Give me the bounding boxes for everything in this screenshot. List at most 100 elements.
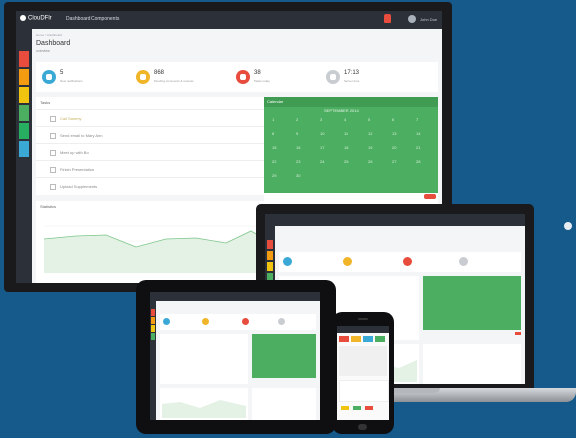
- tasks-panel: [339, 346, 387, 376]
- svg-text:14: 14: [416, 131, 421, 136]
- sidebar-item-2[interactable]: [19, 69, 29, 85]
- svg-text:11: 11: [344, 131, 349, 136]
- svg-text:13: 13: [392, 131, 397, 136]
- stats-bar: 5 New notifications 868 Pending comments &…: [36, 62, 438, 92]
- line-chart: [43, 225, 269, 273]
- svg-text:29: 29: [272, 173, 277, 178]
- phone-speaker: [358, 318, 368, 320]
- top-navbar: [337, 326, 389, 333]
- calendar-header: Calendar: [264, 97, 438, 107]
- comment-icon: [343, 257, 352, 266]
- svg-text:20: 20: [392, 145, 397, 150]
- sidebar-item-3[interactable]: [19, 87, 29, 103]
- sidebar-item-1[interactable]: [151, 309, 155, 316]
- sidebar-item-6[interactable]: [19, 141, 29, 157]
- svg-text:17: 17: [320, 145, 325, 150]
- svg-text:16: 16: [296, 145, 301, 150]
- nav-dashboard[interactable]: Dashboard: [66, 16, 90, 22]
- sidebar-item-3[interactable]: [267, 262, 273, 271]
- checkbox[interactable]: [50, 184, 56, 190]
- sidebar-item-2[interactable]: [267, 251, 273, 260]
- user-name[interactable]: John Doe: [420, 17, 437, 22]
- sidebar-item-4[interactable]: [151, 333, 155, 340]
- stat-label: Server time: [344, 79, 360, 83]
- task-label: Finish Presentation: [60, 167, 95, 172]
- page-title: Dashboard: [36, 40, 71, 47]
- sidebar-item-4[interactable]: [19, 105, 29, 121]
- stat-chip[interactable]: [363, 336, 373, 342]
- list-item[interactable]: Send email to Mary Ann: [36, 126, 272, 143]
- list-item[interactable]: Call Sammy: [36, 109, 272, 126]
- task-label: Call Sammy: [60, 116, 82, 121]
- sidebar-item-3[interactable]: [151, 325, 155, 332]
- svg-text:27: 27: [392, 159, 397, 164]
- tasks-icon: [236, 70, 250, 84]
- breadcrumb[interactable]: Home > Dashboard: [36, 33, 62, 37]
- stat-chip[interactable]: [351, 336, 361, 342]
- list-item[interactable]: Meet up with Bo: [36, 143, 272, 160]
- sidebar-item-2[interactable]: [151, 317, 155, 324]
- calendar-month[interactable]: SEPTEMBER 2014: [324, 108, 359, 113]
- stat-chip[interactable]: [339, 336, 349, 342]
- task-label: Upload Supplements: [60, 184, 98, 189]
- app-brand[interactable]: ClouDFlr: [20, 15, 52, 22]
- page-subtitle: overview: [36, 49, 50, 53]
- list-item[interactable]: Upload Supplements: [36, 177, 272, 194]
- svg-text:9: 9: [296, 131, 299, 136]
- list-item[interactable]: Finish Presentation: [36, 160, 272, 177]
- calendar-widget[interactable]: [252, 334, 316, 378]
- stat-value: 38: [254, 70, 261, 76]
- svg-text:23: 23: [296, 159, 301, 164]
- clock-icon: [459, 257, 468, 266]
- tasks-icon: [403, 257, 412, 266]
- chart-panel-right: [252, 388, 316, 420]
- stat-value: 5: [60, 70, 64, 76]
- task-label: Meet up with Bo: [60, 150, 89, 155]
- svg-text:19: 19: [368, 145, 373, 150]
- checkbox[interactable]: [50, 150, 56, 156]
- top-navbar: ClouDFlr Dashboard Components John Doe: [16, 11, 442, 29]
- checkbox[interactable]: [50, 116, 56, 122]
- stat-comments[interactable]: 868 Pending comments & reviews: [132, 67, 224, 89]
- stat-tasks[interactable]: 38 Tasks today: [232, 67, 320, 89]
- svg-text:12: 12: [368, 131, 373, 136]
- logo-icon: [20, 15, 26, 21]
- task-label: Send email to Mary Ann: [60, 133, 103, 138]
- top-navbar: [150, 292, 320, 301]
- calendar-widget[interactable]: [423, 276, 521, 330]
- sidebar: [16, 29, 32, 283]
- stat-notifications[interactable]: 5 New notifications: [38, 67, 126, 89]
- tablet: [136, 280, 336, 434]
- sidebar-item-1[interactable]: [267, 240, 273, 249]
- svg-text:25: 25: [344, 159, 349, 164]
- stat-chip[interactable]: [375, 336, 385, 342]
- comment-icon: [202, 318, 209, 325]
- svg-text:4: 4: [344, 117, 347, 122]
- top-navbar: [265, 214, 525, 226]
- calendar-grid[interactable]: 1234567 8 9 10 11 12 13 14 15 16 17 18 19 20 21 22 23…: [264, 115, 438, 191]
- action-chip[interactable]: [353, 406, 361, 410]
- nav-components[interactable]: Components: [91, 16, 119, 22]
- stat-value: 868: [154, 70, 165, 76]
- sidebar-item-5[interactable]: [19, 123, 29, 139]
- sidebar-item-1[interactable]: [19, 51, 29, 67]
- checkbox[interactable]: [50, 133, 56, 139]
- calendar-action-button[interactable]: [424, 194, 436, 199]
- avatar[interactable]: [408, 15, 416, 23]
- calendar-action-button[interactable]: [515, 332, 521, 335]
- stats-bar: [279, 252, 521, 272]
- notification-icon[interactable]: [384, 14, 391, 23]
- svg-text:8: 8: [272, 131, 275, 136]
- bell-icon: [283, 257, 292, 266]
- calendar-widget[interactable]: [339, 380, 389, 402]
- action-chip[interactable]: [365, 406, 373, 410]
- bullet-dot: [564, 222, 572, 230]
- svg-text:30: 30: [296, 173, 301, 178]
- action-chip[interactable]: [341, 406, 349, 410]
- checkbox[interactable]: [50, 167, 56, 173]
- home-button[interactable]: [358, 424, 367, 430]
- panel-title: Tasks: [40, 100, 51, 105]
- phone-screen: [337, 326, 389, 420]
- bell-icon: [42, 70, 56, 84]
- stat-time[interactable]: 17:13 Server time: [322, 67, 410, 89]
